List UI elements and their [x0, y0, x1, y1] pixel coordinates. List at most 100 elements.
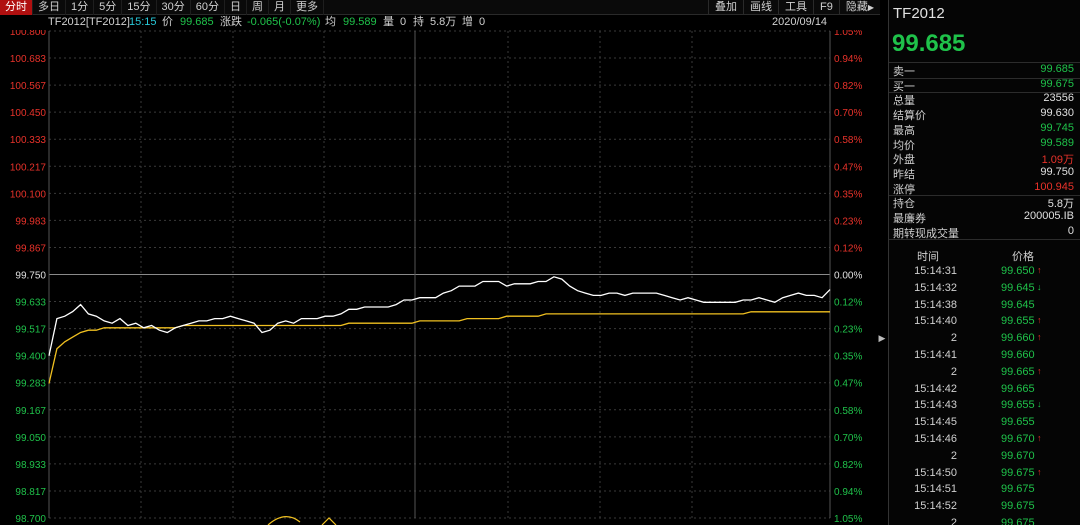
quote-label: 卖一 — [893, 66, 915, 78]
y-tick-label-right: 0.70% — [834, 108, 862, 119]
y-tick-label-right: 0.35% — [834, 352, 862, 363]
y-tick-label-right: 0.00% — [834, 271, 862, 282]
tab-60min[interactable]: 60分 — [191, 0, 225, 15]
y-tick-label-right: 0.58% — [834, 406, 862, 417]
tick-price: 99.675 — [1001, 483, 1035, 496]
tick-price: 99.675 — [1001, 466, 1035, 479]
quote-value: 99.589 — [1040, 136, 1074, 149]
tick-time: 15:14:51 — [914, 483, 957, 496]
tick-time: 2 — [950, 332, 957, 345]
tab-intraday[interactable]: 分时 — [0, 0, 33, 15]
draw-line-button[interactable]: 画线 — [743, 0, 778, 15]
y-tick-label-right: 0.12% — [834, 298, 862, 309]
tick-price: 99.660 — [1001, 332, 1035, 345]
y-tick-label-left: 99.050 — [15, 433, 46, 444]
panel-last-price: 99.685 — [892, 30, 966, 57]
quote-label: 持仓 — [893, 198, 915, 211]
y-tick-label-right: 1.05% — [834, 30, 862, 38]
tick-row: 15:14:42 99.665 — [889, 383, 1080, 400]
info-date: 2020/09/14 — [772, 16, 828, 28]
tick-row: 15:14:32 99.645 ↓ — [889, 282, 1080, 299]
info-inc: 0 — [479, 16, 486, 28]
quote-value: 1.09万 — [1041, 154, 1074, 167]
tab-15min[interactable]: 15分 — [122, 0, 157, 15]
quote-value: 99.685 — [1040, 63, 1074, 75]
info-change: -0.065(-0.07%) — [247, 16, 321, 28]
quote-value: 99.675 — [1040, 77, 1074, 90]
tab-multi-day[interactable]: 多日 — [33, 0, 66, 15]
y-tick-label-left: 100.450 — [10, 108, 47, 119]
tick-row: 2 99.660 ↑ — [889, 332, 1080, 349]
tick-time: 15:14:43 — [914, 399, 957, 412]
tick-row: 15:14:43 99.655 ↓ — [889, 399, 1080, 416]
hide-button[interactable]: 隐藏▶ — [838, 0, 880, 15]
info-avg-label: 均 — [325, 16, 336, 28]
quote-row: 卖一 99.685 — [889, 63, 1080, 78]
collapse-panel-icon[interactable]: ▶ — [876, 330, 888, 346]
tick-time: 2 — [950, 365, 957, 378]
y-tick-label-left: 100.100 — [10, 189, 47, 200]
volume-line — [321, 517, 337, 525]
info-vol-label: 量 — [383, 16, 394, 28]
arrow-up-icon: ↑ — [1037, 466, 1042, 477]
quote-label: 最廉券 — [893, 213, 926, 225]
ticks-header-time: 时间 — [917, 251, 939, 263]
tab-month[interactable]: 月 — [269, 0, 291, 15]
overlay-button[interactable]: 叠加 — [708, 0, 743, 15]
quote-row: 均价 99.589 — [889, 137, 1080, 152]
tick-time: 15:14:52 — [914, 500, 957, 513]
tick-time: 15:14:45 — [914, 416, 957, 429]
tab-5min[interactable]: 5分 — [94, 0, 123, 15]
average-price-line — [48, 311, 830, 384]
tab-week[interactable]: 周 — [247, 0, 269, 15]
y-tick-label-left: 98.933 — [15, 460, 46, 471]
y-tick-label-left: 100.567 — [10, 81, 47, 92]
info-price: 99.685 — [180, 16, 214, 28]
quote-row: 外盘 1.09万 — [889, 151, 1080, 166]
quote-info-bar: TF2012[TF2012] 15:15 价 99.685 涨跌 -0.065(… — [0, 15, 880, 30]
divider — [889, 239, 1080, 241]
tick-price: 99.655 — [1001, 416, 1035, 429]
y-tick-label-left: 100.217 — [10, 162, 47, 173]
tick-price: 99.645 — [1001, 298, 1035, 311]
tick-time: 15:14:32 — [914, 281, 957, 294]
info-symbol: TF2012[TF2012] — [48, 16, 130, 28]
y-tick-label-right: 0.23% — [834, 325, 862, 336]
tab-1min[interactable]: 1分 — [66, 0, 95, 15]
tick-time: 15:14:42 — [914, 382, 957, 395]
info-time: 15:15 — [129, 16, 157, 28]
tick-row: 2 99.670 — [889, 450, 1080, 467]
tick-time: 2 — [950, 517, 957, 525]
quote-value: 0 — [1067, 224, 1074, 237]
arrow-down-icon: ↓ — [1037, 281, 1042, 292]
info-oi-label: 持 — [413, 16, 424, 28]
quote-row: 总量 23556 — [889, 92, 1080, 107]
tick-row: 15:14:50 99.675 ↑ — [889, 467, 1080, 484]
tick-price: 99.660 — [1001, 349, 1035, 361]
tick-price: 99.670 — [1001, 449, 1035, 462]
y-tick-label-right: 0.82% — [834, 460, 862, 471]
quote-label: 涨停 — [893, 183, 915, 196]
y-tick-label-left: 99.400 — [15, 352, 46, 363]
info-change-label: 涨跌 — [220, 16, 242, 28]
tick-row: 15:14:31 99.650 ↑ — [889, 265, 1080, 282]
info-inc-label: 增 — [462, 16, 473, 28]
y-tick-label-left: 99.167 — [15, 406, 46, 417]
y-tick-label-right: 0.82% — [834, 81, 862, 92]
tick-price: 99.650 — [1001, 265, 1035, 277]
tab-more[interactable]: 更多 — [291, 0, 324, 15]
quote-label: 期转现成交量 — [893, 227, 959, 240]
hide-label: 隐藏 — [845, 0, 868, 13]
y-tick-label-right: 0.94% — [834, 54, 862, 65]
quote-label: 均价 — [893, 139, 915, 152]
tools-button[interactable]: 工具 — [778, 0, 813, 15]
quote-value: 99.630 — [1040, 107, 1074, 120]
tick-price: 99.675 — [1001, 517, 1035, 525]
intraday-chart[interactable]: 100.800 1.05% 100.683 0.94% 100.567 0.82% 100.… — [0, 30, 880, 525]
tab-day[interactable]: 日 — [225, 0, 247, 15]
quote-value: 5.8万 — [1047, 198, 1074, 211]
tab-30min[interactable]: 30分 — [157, 0, 191, 15]
f9-button[interactable]: F9 — [813, 0, 839, 15]
info-oi: 5.8万 — [430, 16, 457, 28]
y-tick-label-left: 99.517 — [15, 325, 46, 336]
